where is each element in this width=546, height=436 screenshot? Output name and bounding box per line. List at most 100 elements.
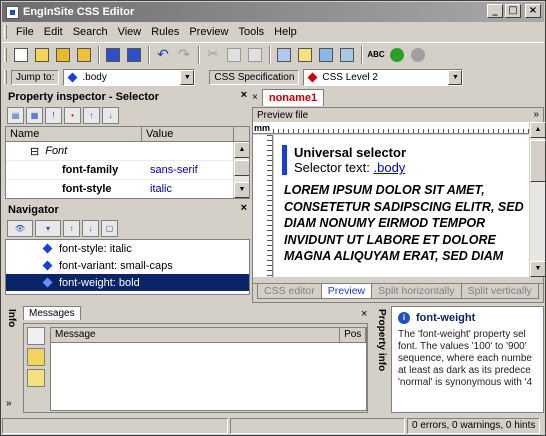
open-icon[interactable] <box>32 45 52 65</box>
css-spec-combo-value: CSS Level 2 <box>322 71 378 83</box>
editor-frame: Preview file » mm Universal selector Sel… <box>252 107 546 303</box>
more-icon[interactable]: » <box>533 109 539 120</box>
preview-scrollbar[interactable]: ▲ ▼ <box>529 122 546 277</box>
more-icon[interactable]: » <box>6 398 12 409</box>
jumpbar-grip[interactable] <box>4 70 7 84</box>
navigator-item[interactable]: font-style: italic <box>6 240 249 257</box>
open-recent-icon[interactable] <box>74 45 94 65</box>
selector-link[interactable]: .body <box>374 160 406 175</box>
info-icon[interactable]: ! <box>45 106 62 124</box>
menu-tools[interactable]: Tools <box>233 26 269 38</box>
column-value[interactable]: Value <box>142 127 234 141</box>
chevron-down-icon[interactable]: ▼ <box>448 69 463 85</box>
menu-help[interactable]: Help <box>269 26 302 38</box>
chevron-down-icon[interactable]: ▼ <box>180 69 195 85</box>
edit-icon[interactable] <box>295 45 315 65</box>
toolbar-grip[interactable] <box>4 47 7 62</box>
selector-combo[interactable]: .body ▼ <box>63 68 196 86</box>
column-name[interactable]: Name <box>6 127 142 141</box>
move-up-icon[interactable]: ↑ <box>83 106 100 124</box>
move-down-icon[interactable]: ↓ <box>102 106 119 124</box>
close-icon[interactable]: × <box>361 308 367 320</box>
add-property-icon[interactable]: • <box>64 106 81 124</box>
cut-icon[interactable]: ✂ <box>203 45 223 65</box>
paste-icon[interactable] <box>245 45 265 65</box>
forward-icon[interactable] <box>408 45 428 65</box>
scroll-up-icon[interactable]: ▲ <box>234 142 249 158</box>
menu-edit[interactable]: Edit <box>39 26 68 38</box>
scroll-thumb[interactable] <box>234 160 249 176</box>
validate-icon[interactable] <box>316 45 336 65</box>
navigator-item[interactable]: font-variant: small-caps <box>6 257 249 274</box>
app-icon[interactable] <box>6 5 19 19</box>
search-icon[interactable] <box>27 348 45 366</box>
scroll-up-icon[interactable]: ▲ <box>530 122 546 138</box>
document-tab[interactable]: noname1 <box>261 89 325 106</box>
close-icon[interactable]: × <box>241 202 247 214</box>
preview-selector-text: Selector text: .body <box>294 160 406 175</box>
property-group-row[interactable]: ⊟ Font <box>6 142 249 161</box>
scroll-down-icon[interactable]: ▼ <box>530 261 546 277</box>
new-icon[interactable] <box>11 45 31 65</box>
view-icon[interactable]: 👁 <box>7 219 33 237</box>
filter-icon[interactable]: ▾ <box>35 219 61 237</box>
menu-rules[interactable]: Rules <box>146 26 184 38</box>
title-bar[interactable]: EngInSite CSS Editor _ □ × <box>2 2 544 22</box>
preview-icon[interactable] <box>274 45 294 65</box>
undo-icon[interactable]: ↶ <box>153 45 173 65</box>
property-row[interactable]: font-style italic <box>6 180 249 198</box>
close-document-icon[interactable]: × <box>252 92 258 103</box>
navigator-title: Navigator <box>8 203 59 216</box>
menu-preview[interactable]: Preview <box>184 26 233 38</box>
open-folder-icon[interactable] <box>53 45 73 65</box>
save-all-icon[interactable] <box>124 45 144 65</box>
tab-messages[interactable]: Messages <box>23 306 81 320</box>
close-icon[interactable]: × <box>241 89 247 101</box>
scroll-down-icon[interactable]: ▼ <box>234 182 249 198</box>
preview-pane[interactable]: Universal selector Selector text: .body … <box>274 135 529 277</box>
menu-file[interactable]: File <box>11 26 39 38</box>
tab-css-editor[interactable]: CSS editor <box>257 284 322 299</box>
copy-icon[interactable] <box>224 45 244 65</box>
tab-preview[interactable]: Preview <box>320 284 373 299</box>
tab-split-vertically[interactable]: Split vertically <box>460 284 539 299</box>
inspector-scrollbar[interactable]: ▲ ▼ <box>233 142 249 198</box>
close-button[interactable]: × <box>525 4 541 18</box>
messages-list: Message Pos <box>50 327 367 411</box>
menubar-grip[interactable] <box>4 25 7 39</box>
view-mode-tabs: CSS editor Preview Split horizontally Sp… <box>253 283 543 301</box>
save-icon[interactable] <box>103 45 123 65</box>
property-value[interactable]: italic <box>146 183 172 195</box>
properties-icon[interactable] <box>337 45 357 65</box>
sort-icon[interactable]: ▤ <box>7 106 24 124</box>
property-value[interactable]: sans-serif <box>146 164 198 176</box>
toolbar-separator <box>361 45 363 64</box>
move-down-icon[interactable]: ↓ <box>82 219 99 237</box>
move-up-icon[interactable]: ↑ <box>63 219 80 237</box>
collapse-icon[interactable]: ⊟ <box>6 145 39 158</box>
property-row[interactable]: font-family sans-serif <box>6 161 249 180</box>
categories-icon[interactable]: ▦ <box>26 106 43 124</box>
menu-view[interactable]: View <box>113 26 147 38</box>
clear-messages-icon[interactable] <box>27 327 45 345</box>
tab-split-horizontally[interactable]: Split horizontally <box>371 284 462 299</box>
redo-icon[interactable]: ↷ <box>174 45 194 65</box>
property-info-title: font-weight <box>416 312 476 324</box>
scroll-thumb[interactable] <box>530 140 546 182</box>
back-icon[interactable] <box>387 45 407 65</box>
select-icon[interactable]: ▢ <box>101 219 118 237</box>
css-spec-combo[interactable]: CSS Level 2 ▼ <box>303 68 464 86</box>
navigator-header: Navigator × <box>5 202 250 217</box>
warning-icon[interactable] <box>27 369 45 387</box>
info-panel-label[interactable]: Info <box>6 309 17 327</box>
ruler-unit[interactable]: mm <box>253 122 273 134</box>
preview-lorem-text: LOREM IPSUM DOLOR SIT AMET, CONSETETUR S… <box>284 183 524 263</box>
column-message[interactable]: Message <box>51 328 341 342</box>
column-pos[interactable]: Pos <box>340 328 366 342</box>
maximize-button[interactable]: □ <box>505 4 521 18</box>
minimize-button[interactable]: _ <box>487 4 503 18</box>
navigator-item-selected[interactable]: font-weight: bold <box>6 274 249 291</box>
spellcheck-icon[interactable]: ABC <box>366 45 386 65</box>
property-info-panel-label[interactable]: Property info <box>376 309 387 371</box>
menu-search[interactable]: Search <box>68 26 113 38</box>
